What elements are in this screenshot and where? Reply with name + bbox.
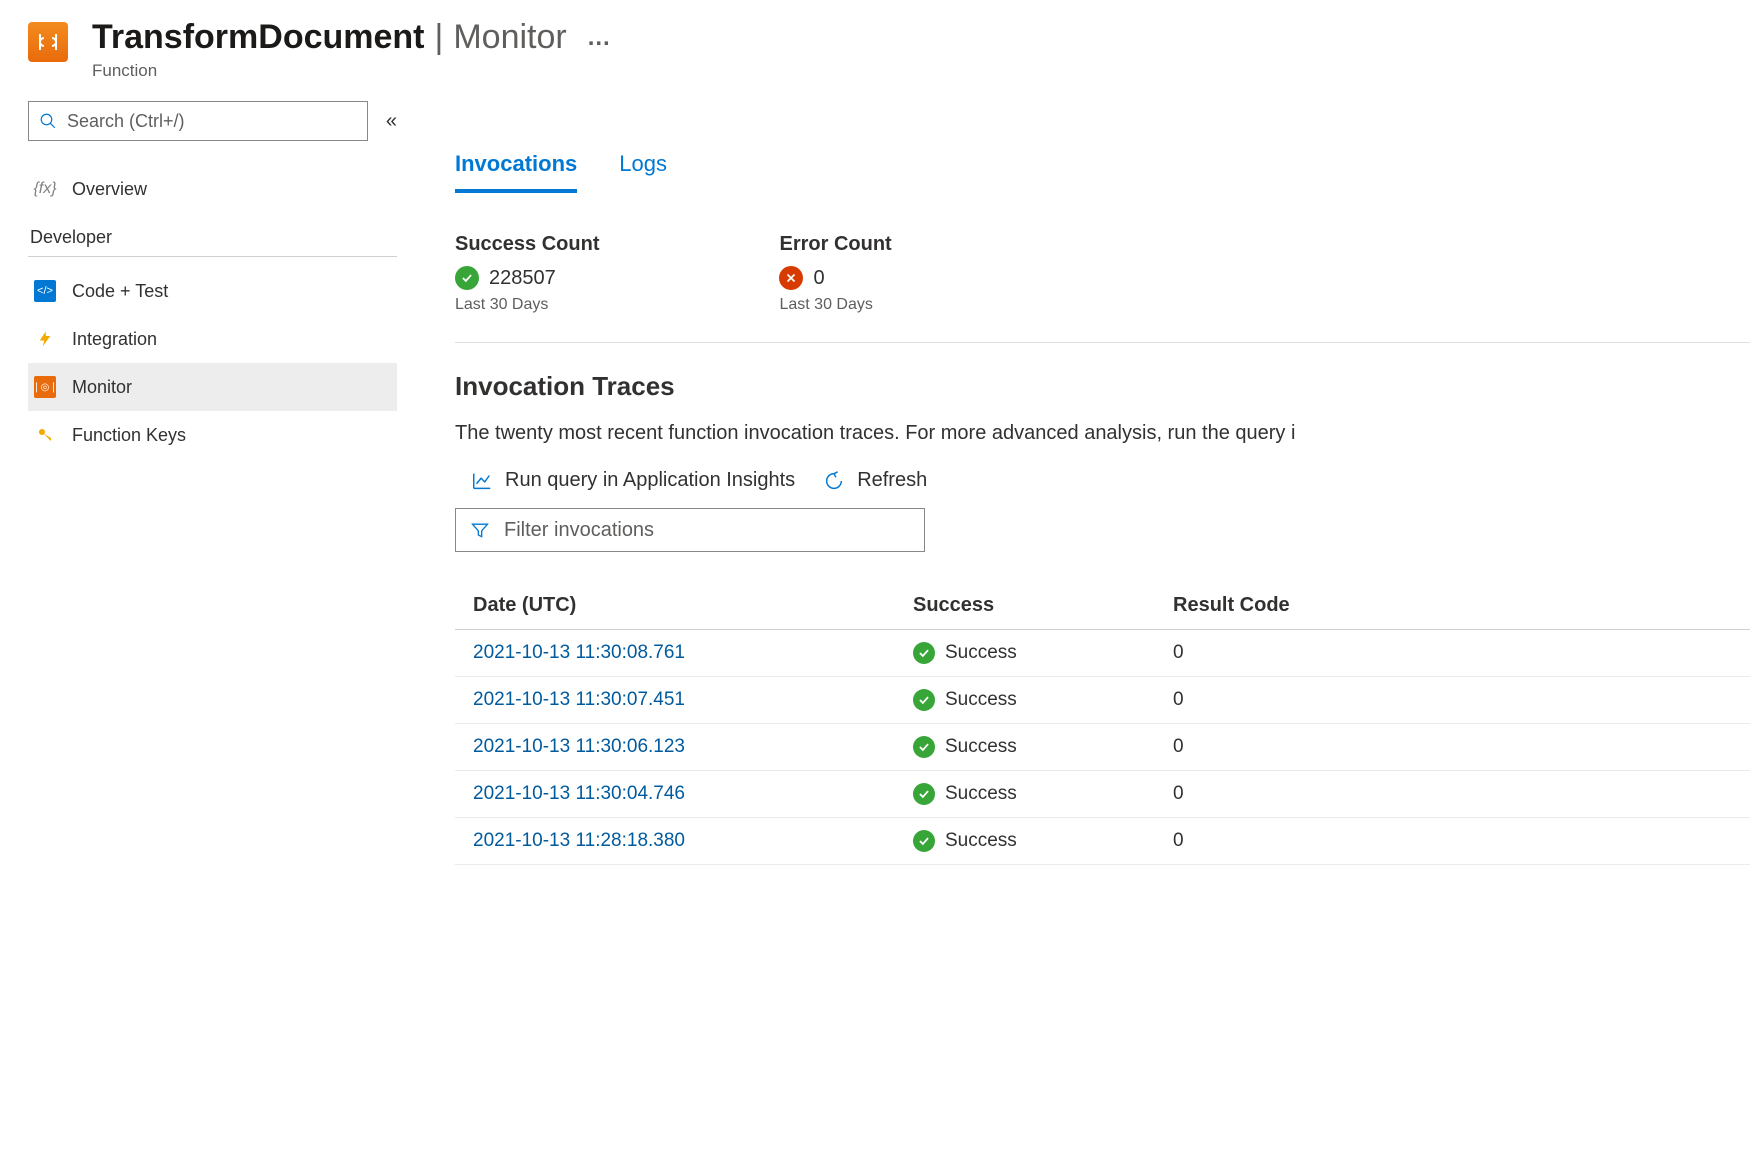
stat-value: 0 <box>813 267 824 290</box>
check-circle-icon <box>913 642 935 664</box>
refresh-button[interactable]: Refresh <box>823 469 927 492</box>
monitor-icon: ❘◎❘ <box>34 376 56 398</box>
sidebar-item-integration[interactable]: Integration <box>28 315 397 363</box>
sidebar-label: Code + Test <box>72 281 168 302</box>
invocation-date-link[interactable]: 2021-10-13 11:28:18.380 <box>455 818 895 865</box>
invocation-date-link[interactable]: 2021-10-13 11:30:07.451 <box>455 677 895 724</box>
status-text: Success <box>945 689 1017 711</box>
title-name: TransformDocument <box>92 18 425 57</box>
invocation-result: 0 <box>1155 771 1750 818</box>
status-text: Success <box>945 642 1017 664</box>
stat-error: Error Count 0 Last 30 Days <box>779 233 891 314</box>
title-separator: | <box>435 18 444 57</box>
status-text: Success <box>945 783 1017 805</box>
page-title: TransformDocument | Monitor … <box>92 18 613 57</box>
check-circle-icon <box>455 266 479 290</box>
invocation-date-link[interactable]: 2021-10-13 11:30:04.746 <box>455 771 895 818</box>
sidebar-label: Overview <box>72 179 147 200</box>
invocation-status: Success <box>895 724 1155 771</box>
sidebar: Search (Ctrl+/) « {fx} Overview Develope… <box>0 101 415 865</box>
sidebar-item-monitor[interactable]: ❘◎❘ Monitor <box>28 363 397 411</box>
page-subtitle: Function <box>92 61 613 81</box>
run-query-label: Run query in Application Insights <box>505 469 795 492</box>
stat-sublabel: Last 30 Days <box>779 296 891 314</box>
function-app-icon <box>28 22 68 62</box>
collapse-sidebar-button[interactable]: « <box>386 110 397 133</box>
refresh-label: Refresh <box>857 469 927 492</box>
sidebar-label: Monitor <box>72 377 132 398</box>
invocation-result: 0 <box>1155 630 1750 677</box>
invocation-status: Success <box>895 630 1155 677</box>
check-circle-icon <box>913 736 935 758</box>
main-content: Invocations Logs Success Count 228507 La… <box>415 101 1750 865</box>
table-row: 2021-10-13 11:30:04.746 Success 0 <box>455 771 1750 818</box>
traces-description: The twenty most recent function invocati… <box>455 422 1750 445</box>
chart-icon <box>471 470 493 492</box>
filter-input[interactable]: Filter invocations <box>455 508 925 552</box>
invocation-status: Success <box>895 818 1155 865</box>
column-header-result[interactable]: Result Code <box>1155 582 1750 630</box>
column-header-date[interactable]: Date (UTC) <box>455 582 895 630</box>
fx-icon: {fx} <box>34 178 56 200</box>
sidebar-label: Integration <box>72 329 157 350</box>
stat-sublabel: Last 30 Days <box>455 296 599 314</box>
tab-logs[interactable]: Logs <box>619 151 667 193</box>
status-text: Success <box>945 736 1017 758</box>
sidebar-divider <box>28 256 397 257</box>
title-section: Monitor <box>453 18 566 57</box>
sidebar-label: Function Keys <box>72 425 186 446</box>
tab-invocations[interactable]: Invocations <box>455 151 577 193</box>
search-input[interactable]: Search (Ctrl+/) <box>28 101 368 141</box>
run-query-button[interactable]: Run query in Application Insights <box>471 469 795 492</box>
key-icon <box>34 424 56 446</box>
filter-placeholder: Filter invocations <box>504 519 654 542</box>
invocation-status: Success <box>895 771 1155 818</box>
table-row: 2021-10-13 11:30:06.123 Success 0 <box>455 724 1750 771</box>
invocation-result: 0 <box>1155 677 1750 724</box>
column-header-success[interactable]: Success <box>895 582 1155 630</box>
search-placeholder: Search (Ctrl+/) <box>67 111 185 132</box>
stat-success: Success Count 228507 Last 30 Days <box>455 233 599 314</box>
code-icon: </> <box>34 280 56 302</box>
x-circle-icon <box>779 266 803 290</box>
sidebar-section-label: Developer <box>30 227 397 248</box>
table-row: 2021-10-13 11:30:07.451 Success 0 <box>455 677 1750 724</box>
sidebar-item-code-test[interactable]: </> Code + Test <box>28 267 397 315</box>
invocation-date-link[interactable]: 2021-10-13 11:30:06.123 <box>455 724 895 771</box>
check-circle-icon <box>913 830 935 852</box>
tabs: Invocations Logs <box>455 151 1750 193</box>
more-icon[interactable]: … <box>587 24 613 52</box>
invocation-result: 0 <box>1155 724 1750 771</box>
table-row: 2021-10-13 11:28:18.380 Success 0 <box>455 818 1750 865</box>
sidebar-item-function-keys[interactable]: Function Keys <box>28 411 397 459</box>
invocation-result: 0 <box>1155 818 1750 865</box>
check-circle-icon <box>913 689 935 711</box>
traces-heading: Invocation Traces <box>455 371 1750 402</box>
invocations-table: Date (UTC) Success Result Code 2021-10-1… <box>455 582 1750 865</box>
filter-icon <box>470 520 490 540</box>
bolt-icon <box>34 328 56 350</box>
table-row: 2021-10-13 11:30:08.761 Success 0 <box>455 630 1750 677</box>
refresh-icon <box>823 470 845 492</box>
invocation-date-link[interactable]: 2021-10-13 11:30:08.761 <box>455 630 895 677</box>
stat-label: Error Count <box>779 233 891 256</box>
stat-label: Success Count <box>455 233 599 256</box>
sidebar-item-overview[interactable]: {fx} Overview <box>28 165 397 213</box>
status-text: Success <box>945 830 1017 852</box>
stat-value: 228507 <box>489 267 556 290</box>
invocation-status: Success <box>895 677 1155 724</box>
check-circle-icon <box>913 783 935 805</box>
search-icon <box>39 112 57 130</box>
